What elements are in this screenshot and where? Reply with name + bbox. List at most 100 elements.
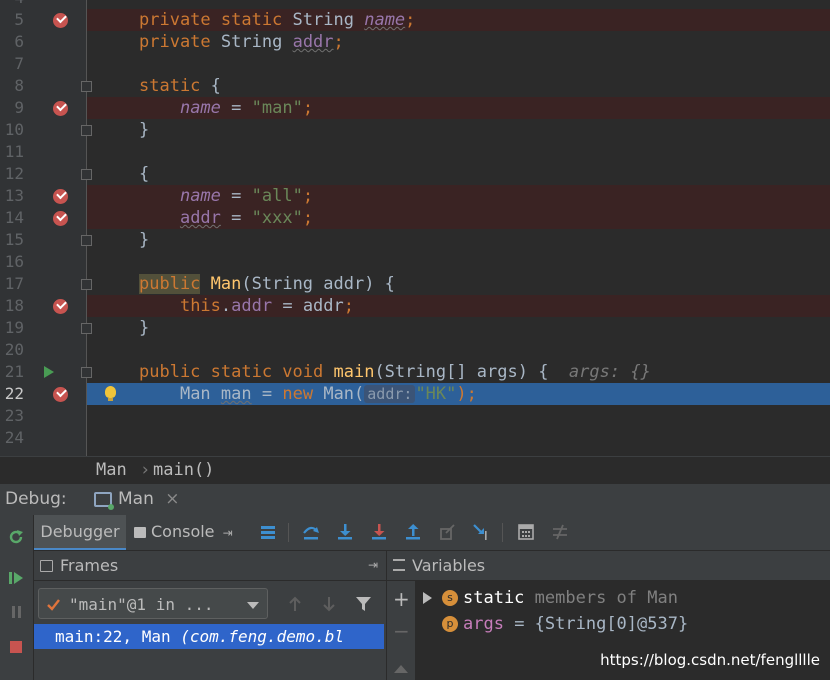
- line-number: 8: [14, 76, 24, 95]
- code-line-8[interactable]: 8 static {: [0, 75, 830, 97]
- down-arrow-icon[interactable]: [321, 596, 337, 612]
- code-line-19[interactable]: 19 }: [0, 317, 830, 339]
- frames-title: Frames: [60, 556, 119, 575]
- fold-icon[interactable]: [81, 81, 92, 92]
- breakpoint-icon[interactable]: [53, 299, 68, 314]
- fold-icon[interactable]: [81, 279, 92, 290]
- fold-icon[interactable]: [81, 169, 92, 180]
- step-over-icon[interactable]: [302, 523, 320, 541]
- stop-icon[interactable]: [7, 638, 25, 656]
- parameter-badge-icon: p: [442, 616, 458, 632]
- step-into-icon[interactable]: [336, 523, 354, 541]
- trace-stream-icon[interactable]: [551, 523, 569, 541]
- breadcrumb-class[interactable]: Man: [96, 457, 127, 484]
- code-line-18[interactable]: 18 this.addr = addr;: [0, 295, 830, 317]
- static-badge-icon: s: [442, 590, 458, 606]
- pause-icon[interactable]: [7, 603, 25, 621]
- code-line-5[interactable]: 5 private static String name;: [0, 9, 830, 31]
- variables-icon: [393, 559, 405, 571]
- variable-value: members of Man: [534, 588, 678, 608]
- line-number: 11: [4, 142, 24, 161]
- run-to-cursor-icon[interactable]: [472, 523, 490, 541]
- code-line-6[interactable]: 6 private String addr;: [0, 31, 830, 53]
- rerun-icon[interactable]: [7, 528, 25, 546]
- line-number: 17: [4, 274, 24, 293]
- code-line-10[interactable]: 10 }: [0, 119, 830, 141]
- code-line-20[interactable]: 20: [0, 339, 830, 361]
- expand-arrow-icon[interactable]: [423, 592, 432, 604]
- code-line-14[interactable]: 14 addr = "xxx";: [0, 207, 830, 229]
- chevron-up-icon[interactable]: [394, 665, 408, 673]
- code-line-17[interactable]: 17 public Man(String addr) {: [0, 273, 830, 295]
- code-editor[interactable]: 4 5 private static String name; 6 privat…: [0, 0, 830, 456]
- tab-console[interactable]: Console ⇥: [132, 515, 233, 550]
- breakpoint-icon[interactable]: [53, 189, 68, 204]
- variable-value: = {String[0]@537}: [514, 614, 689, 634]
- variables-header: Variables: [387, 551, 830, 581]
- code-line-7[interactable]: 7: [0, 53, 830, 75]
- fold-icon[interactable]: [81, 235, 92, 246]
- force-step-into-icon[interactable]: [370, 523, 388, 541]
- fold-icon[interactable]: [81, 323, 92, 334]
- breakpoint-icon[interactable]: [53, 13, 68, 28]
- fold-icon[interactable]: [81, 125, 92, 136]
- frame-list-item[interactable]: main:22, Man (com.feng.demo.bl: [34, 624, 384, 649]
- add-watch-icon[interactable]: +: [393, 587, 410, 611]
- line-number: 19: [4, 318, 24, 337]
- show-execution-point-icon[interactable]: [259, 523, 277, 541]
- breakpoint-icon[interactable]: [53, 101, 68, 116]
- frames-icon: [40, 560, 53, 572]
- console-icon: [134, 527, 146, 538]
- code-line-12[interactable]: 12 {: [0, 163, 830, 185]
- line-number: 20: [4, 340, 24, 359]
- toolbar-separator: [502, 523, 503, 542]
- debug-session-tab[interactable]: Man ×: [88, 484, 186, 515]
- remove-watch-icon[interactable]: −: [393, 619, 410, 643]
- up-arrow-icon[interactable]: [287, 596, 303, 612]
- code-line-13[interactable]: 13 name = "all";: [0, 185, 830, 207]
- code-line-22-current[interactable]: 22 Man man = new Man(addr: "HK");: [0, 383, 830, 405]
- code-line-24[interactable]: 24: [0, 427, 830, 449]
- code-line-23[interactable]: 23: [0, 405, 830, 427]
- pin-icon[interactable]: ⇥: [368, 551, 378, 580]
- lightbulb-icon[interactable]: [105, 386, 116, 401]
- line-number: 23: [4, 406, 24, 425]
- evaluate-expression-icon[interactable]: [517, 523, 535, 541]
- thread-dropdown[interactable]: "main"@1 in ...: [38, 588, 268, 619]
- line-number: 14: [4, 208, 24, 227]
- code-line-15[interactable]: 15 }: [0, 229, 830, 251]
- variables-side-toolbar: + −: [387, 581, 416, 680]
- watermark: https://blog.csdn.net/fenglllle: [600, 651, 820, 669]
- code-line-21[interactable]: 21 public static void main(String[] args…: [0, 361, 830, 383]
- parameter-hint: addr:: [364, 385, 416, 403]
- toolbar-separator: [288, 523, 289, 542]
- tab-debugger[interactable]: Debugger: [34, 515, 126, 550]
- line-number: 15: [4, 230, 24, 249]
- close-icon[interactable]: ×: [165, 489, 179, 509]
- variable-row-static[interactable]: s static members of Man: [423, 586, 678, 610]
- breakpoint-icon[interactable]: [53, 387, 68, 402]
- code-line-9[interactable]: 9 name = "man";: [0, 97, 830, 119]
- thread-label: "main"@1 in ...: [69, 595, 214, 614]
- line-number: 24: [4, 428, 24, 447]
- debug-tool-window-header: Debug: Man ×: [0, 484, 830, 515]
- breadcrumb-method[interactable]: main(): [153, 457, 214, 484]
- fold-icon[interactable]: [81, 367, 92, 378]
- chevron-down-icon: [247, 602, 259, 609]
- variable-row-args[interactable]: p args = {String[0]@537}: [442, 612, 688, 636]
- pin-icon[interactable]: ⇥: [223, 526, 233, 540]
- code-line-16[interactable]: 16: [0, 251, 830, 273]
- line-number: 21: [4, 362, 24, 381]
- line-number: 22: [4, 384, 24, 403]
- filter-icon[interactable]: [355, 596, 372, 612]
- code-line-11[interactable]: 11: [0, 141, 830, 163]
- debug-left-toolbar: [0, 515, 34, 680]
- debug-label: Debug:: [5, 489, 67, 509]
- line-number: 12: [4, 164, 24, 183]
- resume-icon[interactable]: [7, 569, 25, 587]
- breakpoint-icon[interactable]: [53, 211, 68, 226]
- run-arrow-icon[interactable]: [44, 366, 54, 378]
- step-out-icon[interactable]: [404, 523, 422, 541]
- drop-frame-icon[interactable]: [438, 523, 456, 541]
- breadcrumb: Man › main(): [0, 456, 830, 484]
